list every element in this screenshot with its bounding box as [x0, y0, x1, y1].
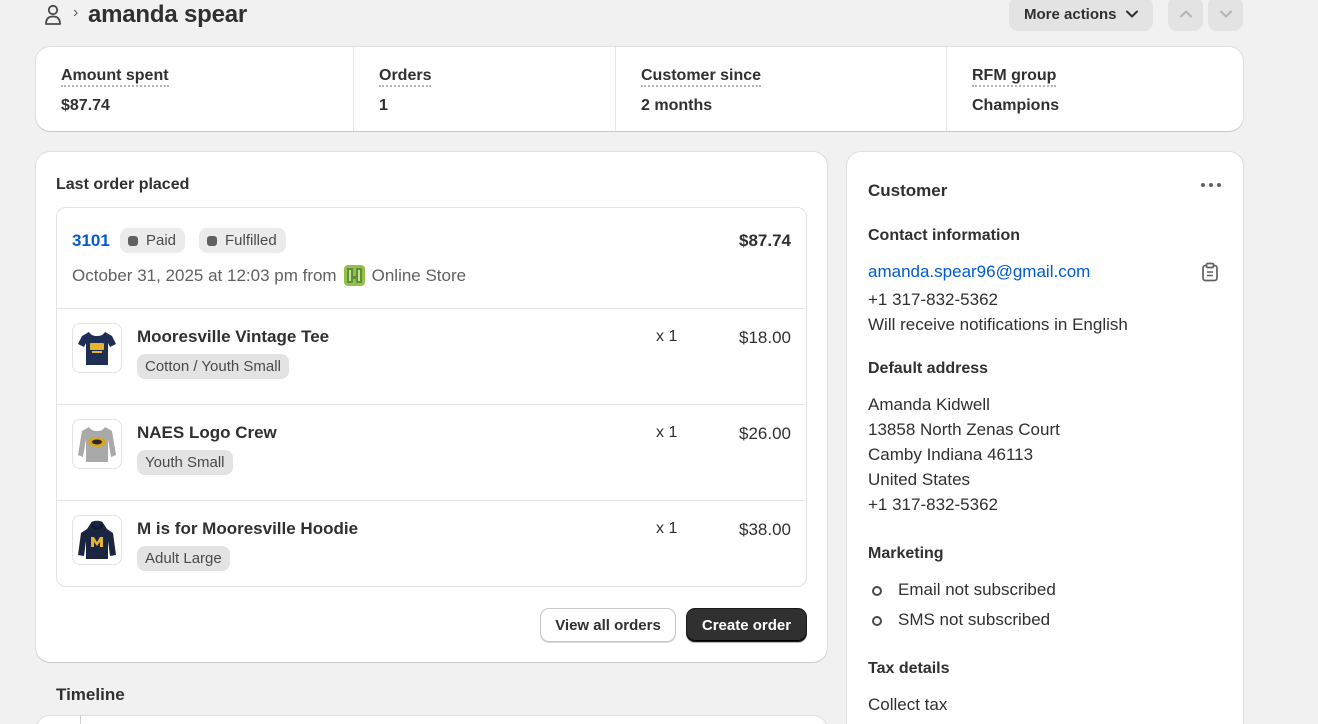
status-dot-icon — [207, 235, 217, 246]
more-actions-button[interactable]: More actions — [1009, 0, 1153, 31]
status-circle-icon — [872, 616, 882, 626]
timeline-title: Timeline — [56, 685, 125, 704]
marketing-title: Marketing — [868, 545, 944, 562]
stat-label[interactable]: Amount spent — [61, 66, 169, 87]
line-item-title[interactable]: NAES Logo Crew — [137, 423, 277, 443]
previous-customer-button[interactable] — [1168, 0, 1203, 31]
tax-details-title: Tax details — [868, 660, 950, 677]
stat-rfm-group: RFM group Champions — [947, 47, 1243, 131]
product-thumbnail[interactable] — [72, 515, 122, 565]
contact-info-title: Contact information — [868, 227, 1020, 244]
fulfillment-status-label: Fulfilled — [225, 232, 277, 249]
person-icon[interactable] — [44, 4, 62, 26]
chevron-down-icon — [1219, 10, 1232, 18]
stat-value: $87.74 — [61, 97, 110, 114]
tax-status: Collect tax — [868, 695, 948, 714]
stat-value: Champions — [972, 97, 1060, 114]
line-item-title[interactable]: Mooresville Vintage Tee — [137, 327, 329, 347]
hoodie-icon — [78, 520, 116, 559]
line-item: NAES Logo Crew Youth Small x 1 $26.00 — [57, 404, 806, 500]
tshirt-icon — [78, 332, 116, 365]
status-circle-icon — [872, 586, 882, 596]
line-item-quantity: x 1 — [656, 520, 678, 537]
line-item-price: $38.00 — [739, 520, 791, 539]
page-title: amanda spear — [88, 1, 248, 28]
order-meta: October 31, 2025 at 12:03 pm from Online… — [72, 264, 466, 287]
order-summary: 3101 Paid Fulfilled $87.74 October 31, 2… — [56, 207, 807, 587]
stat-customer-since: Customer since 2 months — [616, 47, 947, 131]
line-item-variant: Cotton / Youth Small — [137, 354, 289, 379]
status-dot-icon — [128, 235, 138, 246]
more-dots-icon[interactable] — [1199, 178, 1223, 192]
line-item: Mooresville Vintage Tee Cotton / Youth S… — [57, 308, 806, 404]
product-thumbnail[interactable] — [72, 419, 122, 469]
copy-icon[interactable] — [1201, 262, 1219, 282]
online-store-icon — [343, 265, 365, 286]
address-line: 13858 North Zenas Court — [868, 420, 1060, 439]
customer-details-card: Customer Contact information amanda.spea… — [847, 152, 1243, 724]
more-actions-label: More actions — [1024, 5, 1117, 23]
page-header: › amanda spear More actions — [40, 0, 1250, 32]
line-item: M is for Mooresville Hoodie Adult Large … — [57, 500, 806, 586]
stat-value: 1 — [379, 97, 388, 114]
timeline-card — [36, 716, 827, 724]
view-all-orders-button[interactable]: View all orders — [540, 608, 676, 642]
line-item-quantity: x 1 — [656, 328, 678, 345]
create-order-button[interactable]: Create order — [686, 608, 807, 642]
sms-marketing-status: SMS not subscribed — [898, 610, 1051, 629]
stat-orders: Orders 1 — [354, 47, 616, 131]
customer-phone: +1 317-832-5362 — [868, 290, 998, 309]
email-marketing-status: Email not subscribed — [898, 580, 1056, 599]
customer-card-title: Customer — [868, 181, 948, 200]
chevron-down-icon — [1125, 10, 1138, 18]
next-customer-button[interactable] — [1208, 0, 1243, 31]
line-item-title[interactable]: M is for Mooresville Hoodie — [137, 519, 358, 539]
stat-label[interactable]: Orders — [379, 66, 432, 87]
chevron-up-icon — [1179, 10, 1192, 18]
sweatshirt-icon — [78, 427, 116, 462]
order-date: October 31, 2025 at 12:03 pm from — [72, 265, 337, 285]
last-order-title: Last order placed — [56, 176, 190, 193]
address-line: Camby Indiana 46113 — [868, 445, 1034, 464]
address-line: Amanda Kidwell — [868, 395, 990, 414]
line-item-price: $26.00 — [739, 424, 791, 443]
order-channel: Online Store — [371, 265, 467, 285]
line-item-price: $18.00 — [739, 328, 791, 347]
default-address-title: Default address — [868, 360, 989, 377]
line-item-variant: Youth Small — [137, 450, 233, 475]
product-thumbnail[interactable] — [72, 323, 122, 373]
customer-email-link[interactable]: amanda.spear96@gmail.com — [868, 262, 1090, 282]
notification-language: Will receive notifications in English — [868, 315, 1128, 334]
fulfillment-status-badge: Fulfilled — [199, 228, 286, 253]
stat-amount-spent: Amount spent $87.74 — [36, 47, 354, 131]
timeline-connector — [80, 715, 81, 724]
order-number-link[interactable]: 3101 — [72, 231, 110, 251]
customer-stats-card: Amount spent $87.74 Orders 1 Customer si… — [36, 47, 1243, 131]
address-line: United States — [868, 470, 971, 489]
line-item-variant: Adult Large — [137, 546, 230, 571]
stat-label[interactable]: RFM group — [972, 66, 1057, 87]
address-line: +1 317-832-5362 — [868, 495, 998, 514]
stat-label[interactable]: Customer since — [641, 66, 762, 87]
stat-value: 2 months — [641, 97, 713, 114]
last-order-card: Last order placed 3101 Paid Fulfilled $8… — [36, 152, 827, 662]
line-item-quantity: x 1 — [656, 424, 678, 441]
chevron-right-icon: › — [73, 4, 79, 21]
order-total: $87.74 — [739, 231, 791, 250]
payment-status-label: Paid — [146, 232, 177, 249]
payment-status-badge: Paid — [120, 228, 186, 253]
